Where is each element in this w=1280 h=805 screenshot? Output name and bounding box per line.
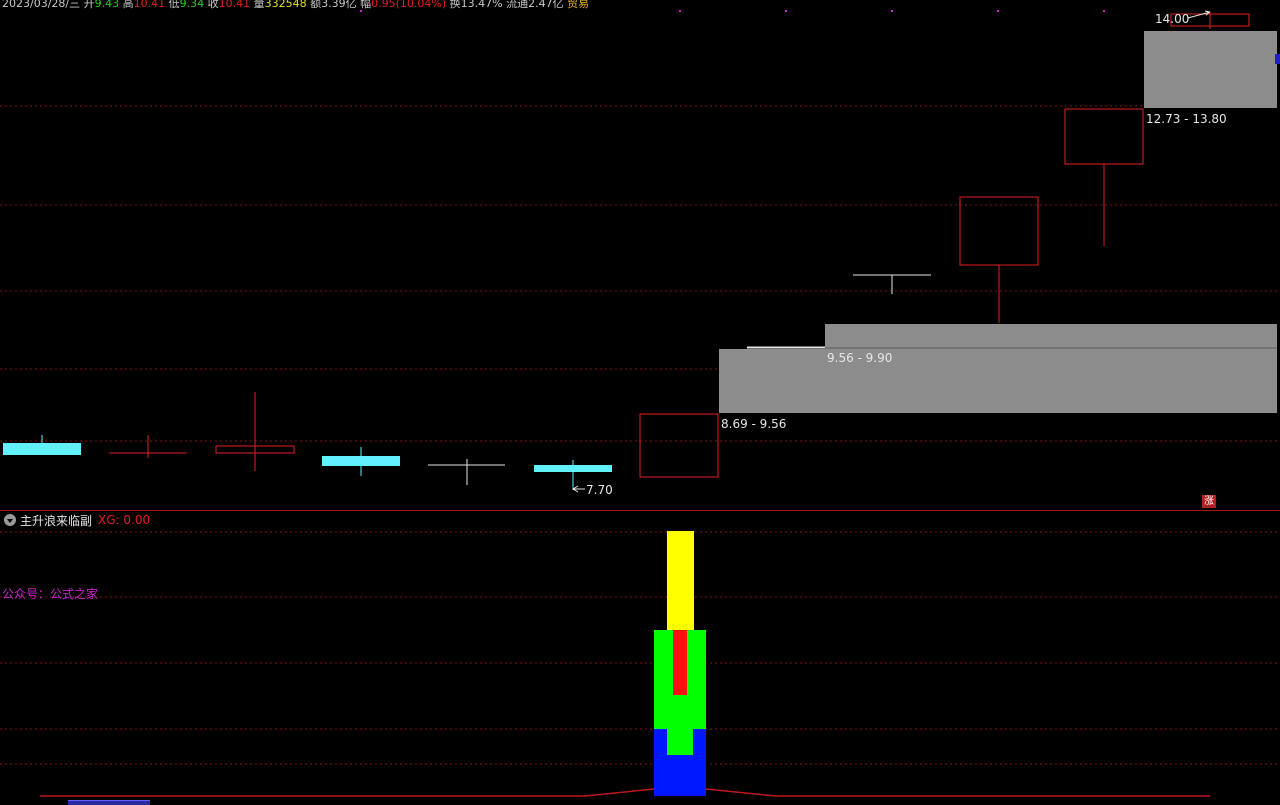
kline-chart[interactable]: 8.69 - 9.56 9.56 - 9.90 12.73 - 13.80 7.… xyxy=(0,0,1280,510)
indicator-gridlines xyxy=(0,531,1277,765)
date-axis-cursor xyxy=(68,800,150,805)
indicator-baseline xyxy=(40,788,1210,797)
gap-zone-label-1: 8.69 - 9.56 xyxy=(721,417,786,431)
period-marker xyxy=(997,10,999,12)
right-edge-marker xyxy=(1275,54,1280,64)
gap-zone-label-2: 9.56 - 9.90 xyxy=(827,351,892,365)
low-price-annotation: 7.70 xyxy=(572,483,613,497)
candle[interactable] xyxy=(639,413,719,478)
period-marker xyxy=(785,10,787,12)
gap-zone-3 xyxy=(1144,31,1277,108)
period-marker xyxy=(360,10,362,12)
indicator-signal-bar xyxy=(654,531,706,796)
candle[interactable] xyxy=(322,447,400,476)
high-price-annotation: 14.00 xyxy=(1155,10,1211,26)
stock-chart-window: 2023/03/28/三 开9.43 高10.41 低9.34 收10.41 量… xyxy=(0,0,1280,805)
signal-yellow-block xyxy=(667,531,694,630)
signal-red-block xyxy=(673,630,687,695)
candle[interactable] xyxy=(853,274,931,294)
candle[interactable] xyxy=(215,392,295,471)
kline-top-markers xyxy=(360,10,1105,12)
candle[interactable] xyxy=(109,435,187,458)
svg-text:7.70: 7.70 xyxy=(586,483,613,497)
indicator-chart[interactable] xyxy=(0,511,1280,805)
svg-text:14.00: 14.00 xyxy=(1155,12,1189,26)
watermark-text: 公众号：公式之家 xyxy=(2,587,99,601)
period-marker xyxy=(679,10,681,12)
candle[interactable] xyxy=(3,435,81,455)
gap-zone-label-3: 12.73 - 13.80 xyxy=(1146,112,1227,126)
period-marker xyxy=(1103,10,1105,12)
candle[interactable] xyxy=(959,196,1039,323)
candle[interactable] xyxy=(428,459,505,485)
period-marker xyxy=(891,10,893,12)
candle[interactable] xyxy=(1064,108,1144,246)
gap-zone-2 xyxy=(825,324,1277,347)
rise-badge: 涨 xyxy=(1202,495,1216,508)
gap-zone-1 xyxy=(719,349,1277,413)
